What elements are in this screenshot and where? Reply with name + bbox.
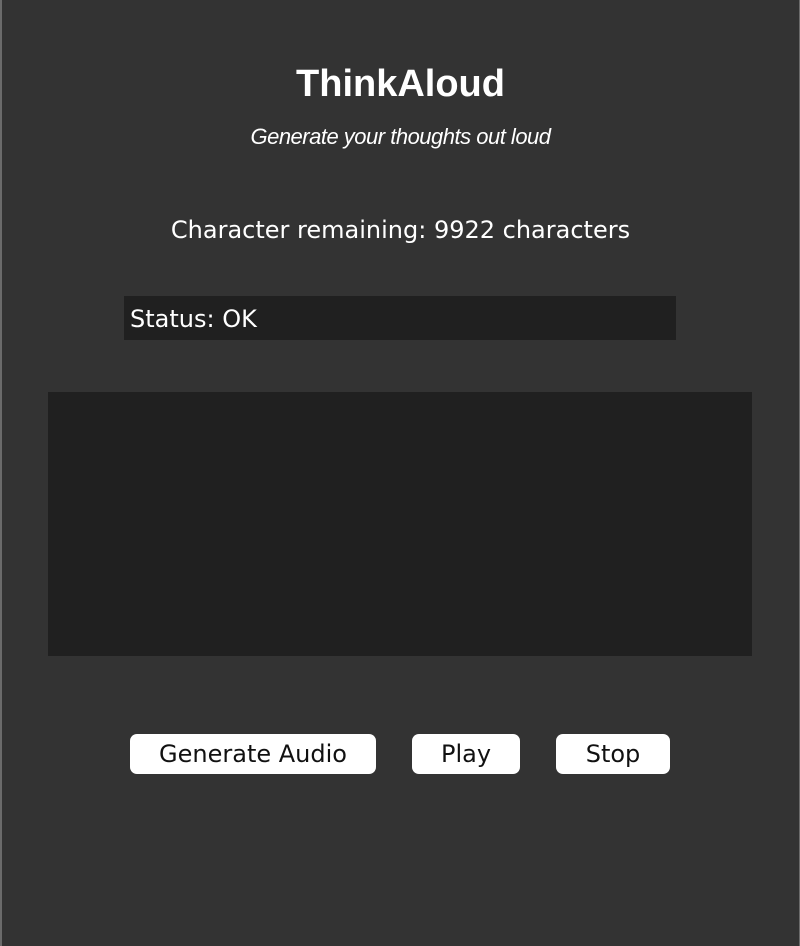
app-title: ThinkAloud	[296, 63, 505, 105]
stop-button[interactable]: Stop	[556, 734, 670, 774]
thought-text-input[interactable]	[48, 392, 752, 656]
status-text: Status: OK	[130, 305, 257, 333]
status-display: Status: OK	[124, 296, 676, 340]
generate-audio-button[interactable]: Generate Audio	[130, 734, 376, 774]
app-window: ThinkAloud Generate your thoughts out lo…	[2, 0, 799, 946]
play-button[interactable]: Play	[412, 734, 520, 774]
character-remaining-label: Character remaining: 9922 characters	[170, 216, 631, 244]
app-subtitle: Generate your thoughts out loud	[250, 124, 551, 149]
